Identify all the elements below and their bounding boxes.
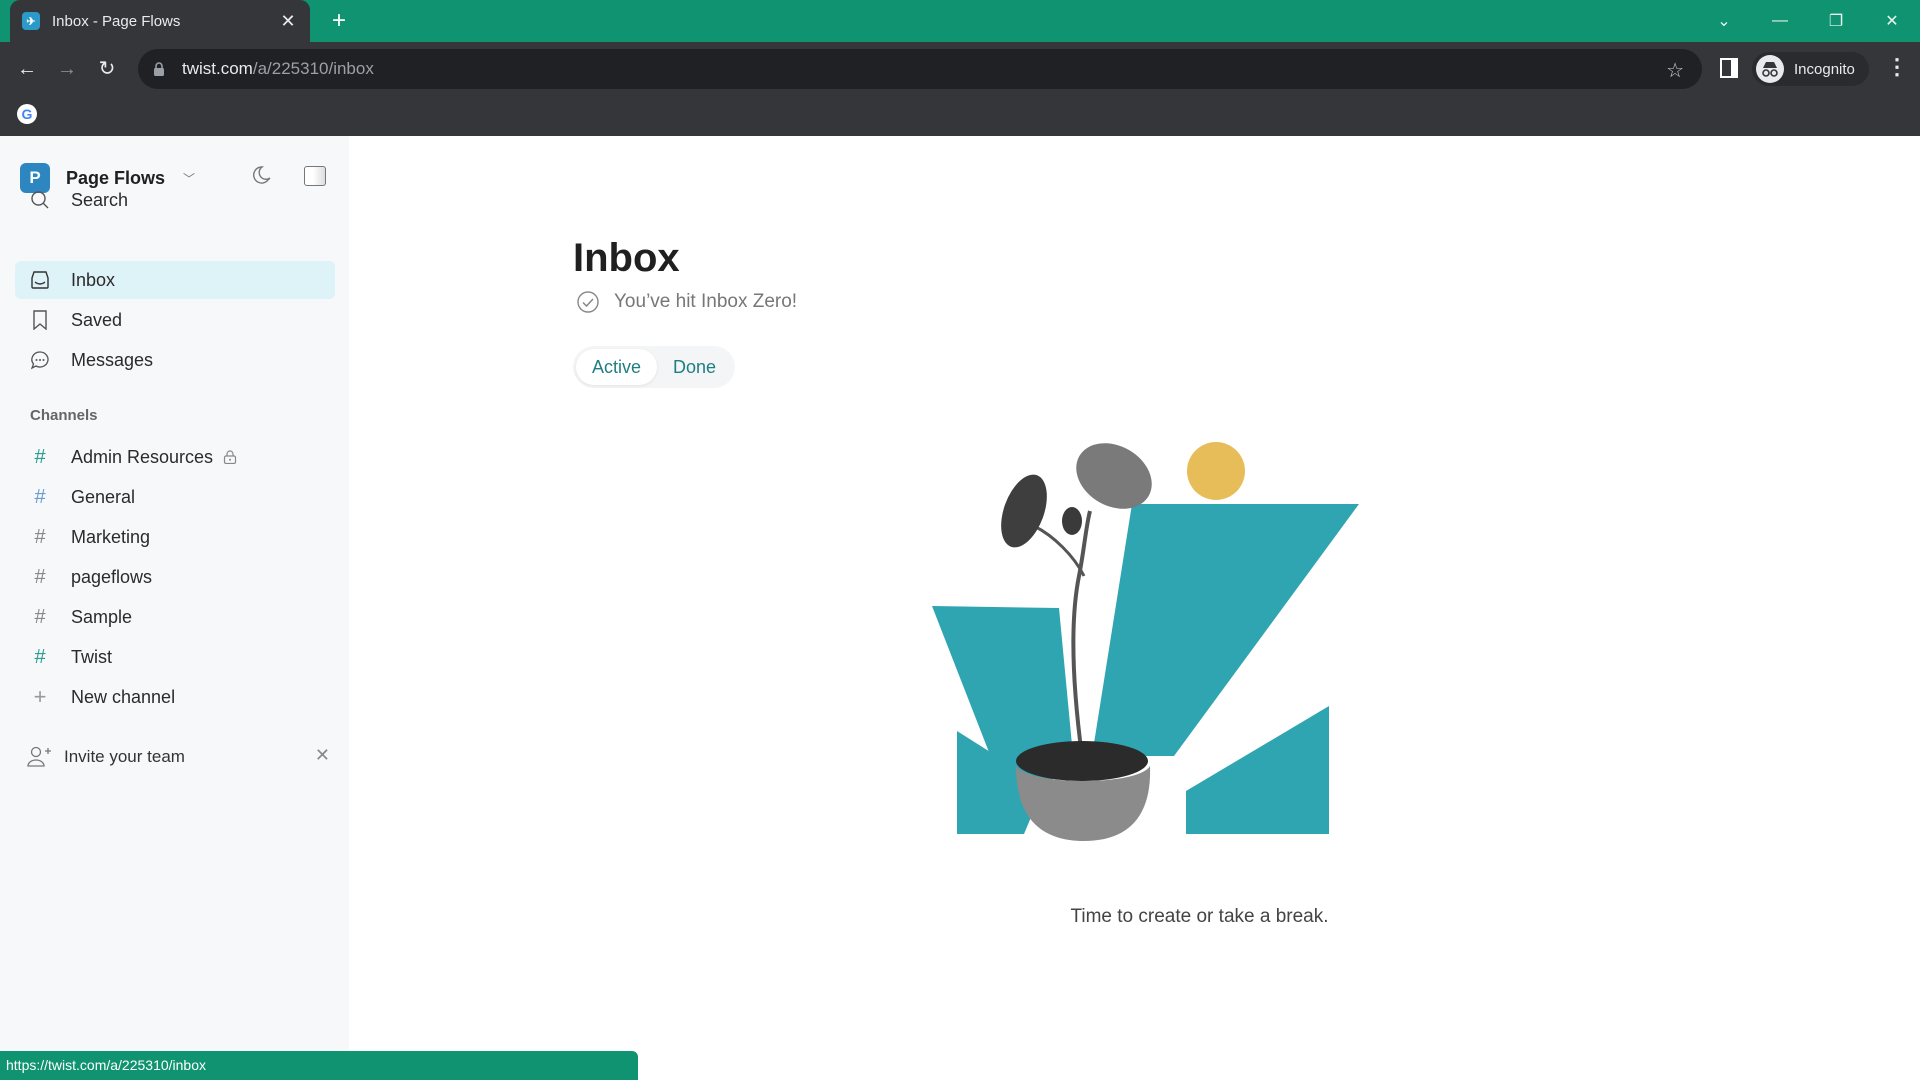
- channel-name: pageflows: [71, 566, 153, 587]
- invite-label: Invite your team: [64, 747, 185, 766]
- side-panel-icon[interactable]: [1720, 58, 1738, 78]
- main-content: Inbox You’ve hit Inbox Zero! Active Done…: [349, 136, 1920, 1080]
- incognito-label: Incognito: [1794, 60, 1855, 78]
- chat-icon: [29, 349, 51, 371]
- close-tab-icon[interactable]: ✕: [278, 11, 298, 32]
- channel-name: Admin Resources: [71, 446, 214, 467]
- new-channel-label: New channel: [71, 686, 176, 707]
- channel-name: Marketing: [71, 526, 151, 547]
- channel-item-sample[interactable]: # Sample: [15, 598, 335, 636]
- plant-stem: [1071, 510, 1092, 757]
- sidebar: P Page Flows ﹀ Search Inbox Saved Messag…: [0, 136, 349, 1080]
- sidebar-item-search[interactable]: Search: [15, 181, 335, 219]
- url-path: /a/225310/inbox: [252, 59, 374, 78]
- status-bar-url: https://twist.com/a/225310/inbox: [0, 1051, 638, 1080]
- sidebar-item-label: Search: [71, 189, 129, 210]
- plus-icon: +: [33, 684, 47, 709]
- inbox-zero-illustration: [932, 442, 1359, 841]
- restore-icon[interactable]: ❐: [1808, 11, 1864, 31]
- channel-item-admin-resources[interactable]: # Admin Resources: [15, 438, 335, 476]
- lock-icon: [154, 62, 164, 76]
- channel-item-marketing[interactable]: # Marketing: [15, 518, 335, 556]
- channel-item-twist[interactable]: # Twist: [15, 638, 335, 676]
- new-channel-button[interactable]: + New channel: [15, 678, 335, 716]
- google-bookmark-icon[interactable]: G: [17, 104, 37, 124]
- inbox-filter-tabs: Active Done: [573, 346, 736, 388]
- teal-ray-lower-right: [1186, 706, 1329, 834]
- sidebar-item-label: Saved: [71, 309, 123, 330]
- inbox-zero-text: You’ve hit Inbox Zero!: [614, 291, 798, 312]
- sidebar-item-saved[interactable]: Saved: [15, 301, 335, 339]
- search-icon: [29, 189, 51, 211]
- channel-item-pageflows[interactable]: # pageflows: [15, 558, 335, 596]
- close-icon[interactable]: ✕: [315, 745, 330, 766]
- browser-titlebar: ✈ Inbox - Page Flows ✕ + ⌄ — ❐ ✕: [0, 0, 1920, 42]
- inbox-zero-status: You’ve hit Inbox Zero!: [576, 290, 797, 314]
- invite-team-button[interactable]: Invite your team ✕: [26, 742, 330, 772]
- back-icon[interactable]: ←: [12, 54, 42, 84]
- empty-state-message: Time to create or take a break.: [1070, 906, 1329, 927]
- browser-tab[interactable]: ✈ Inbox - Page Flows ✕: [10, 0, 310, 42]
- minimize-icon[interactable]: —: [1752, 12, 1808, 30]
- incognito-profile-button[interactable]: Incognito: [1752, 52, 1869, 86]
- incognito-icon: [1756, 55, 1784, 83]
- hash-icon: #: [34, 565, 46, 588]
- pot-soil: [1016, 741, 1148, 781]
- add-user-icon: [27, 746, 51, 767]
- bookmark-star-icon[interactable]: ☆: [1666, 58, 1684, 83]
- channels-heading: Channels: [30, 407, 98, 424]
- sidebar-item-inbox[interactable]: Inbox: [15, 261, 335, 299]
- browser-menu-icon[interactable]: ⋮: [1886, 54, 1908, 80]
- lock-icon: [223, 450, 237, 464]
- reload-icon[interactable]: ↻: [92, 54, 122, 84]
- browser-toolbar: ← → ↻ twist.com/a/225310/inbox ☆ Incogni…: [0, 42, 1920, 136]
- bookmarks-bar: G: [0, 96, 1920, 136]
- new-tab-button[interactable]: +: [326, 8, 352, 34]
- sidebar-item-label: Messages: [71, 349, 154, 370]
- channel-item-general[interactable]: # General: [15, 478, 335, 516]
- forward-icon[interactable]: →: [52, 54, 82, 84]
- url-host: twist.com: [182, 59, 253, 78]
- channel-name: Sample: [71, 606, 133, 627]
- sidebar-item-label: Inbox: [71, 269, 116, 290]
- window-controls: ⌄ — ❐ ✕: [1696, 0, 1920, 42]
- url-text: twist.com/a/225310/inbox: [182, 59, 374, 79]
- close-window-icon[interactable]: ✕: [1864, 11, 1920, 31]
- hash-icon: #: [34, 605, 46, 628]
- sidebar-item-messages[interactable]: Messages: [15, 341, 335, 379]
- address-bar[interactable]: twist.com/a/225310/inbox ☆: [138, 49, 1702, 89]
- check-circle-icon: [577, 291, 599, 313]
- hash-icon: #: [34, 445, 46, 468]
- hash-icon: #: [34, 485, 46, 508]
- bookmark-icon: [29, 309, 51, 331]
- plant-leaf: [1001, 474, 1047, 548]
- hash-icon: #: [34, 645, 46, 668]
- tab-done[interactable]: Done: [657, 349, 732, 385]
- channel-name: General: [71, 486, 136, 507]
- tab-search-icon[interactable]: ⌄: [1696, 11, 1752, 31]
- sun-shape: [1187, 442, 1245, 500]
- tab-title: Inbox - Page Flows: [52, 12, 181, 30]
- page-title: Inbox: [573, 236, 680, 280]
- twist-favicon-icon: ✈: [22, 12, 40, 30]
- hash-icon: #: [34, 525, 46, 548]
- inbox-icon: [29, 269, 51, 291]
- tab-active[interactable]: Active: [576, 349, 658, 385]
- channel-name: Twist: [71, 646, 113, 667]
- plant-bud: [1062, 507, 1082, 535]
